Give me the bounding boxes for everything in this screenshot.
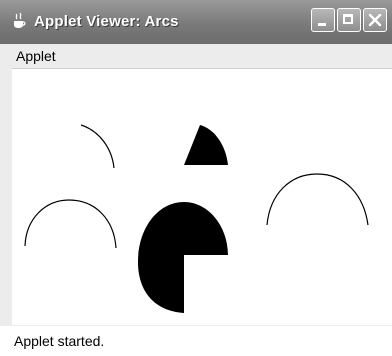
status-bar: Applet started.: [0, 326, 392, 356]
window-title: Applet Viewer: Arcs: [34, 13, 179, 30]
applet-viewer-window: Applet Viewer: Arcs Applet Applet starte…: [0, 0, 392, 356]
arc-top-left: [80, 124, 115, 169]
maximize-button[interactable]: [337, 8, 361, 32]
window-frame-left: [0, 44, 12, 326]
menu-applet[interactable]: Applet: [16, 48, 56, 64]
applet-canvas[interactable]: [12, 69, 392, 325]
status-text: Applet started.: [14, 333, 105, 349]
title-bar[interactable]: Applet Viewer: Arcs: [0, 0, 392, 45]
arc-left: [24, 199, 117, 249]
filled-pie-top: [184, 125, 228, 165]
filled-pie-large: [138, 202, 228, 313]
close-button[interactable]: [363, 8, 387, 32]
arc-right: [266, 173, 369, 226]
arcs-drawing: [24, 124, 369, 313]
menu-bar: Applet: [0, 44, 392, 69]
java-cup-icon: [12, 12, 26, 30]
close-icon: [368, 13, 382, 27]
minimize-button[interactable]: [311, 8, 335, 32]
